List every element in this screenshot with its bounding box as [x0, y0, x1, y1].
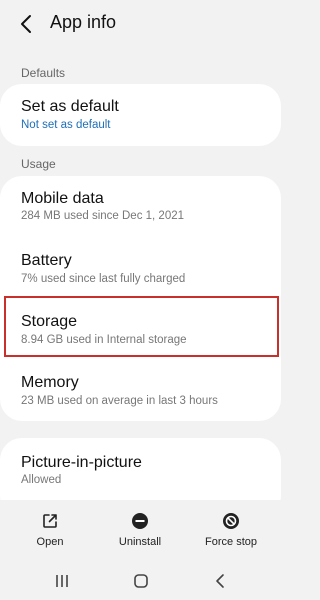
battery-sub: 7% used since last fully charged [21, 273, 186, 285]
pip-sub: Allowed [21, 474, 62, 486]
storage-sub: 8.94 GB used in Internal storage [21, 334, 187, 346]
set-as-default-row[interactable]: Set as default Not set as default [0, 84, 281, 146]
uninstall-label: Uninstall [118, 536, 162, 548]
header: App info [0, 0, 281, 46]
app-info-screen: App info Defaults Set as default Not set… [0, 0, 281, 600]
storage-row[interactable]: Storage 8.94 GB used in Internal storage [0, 299, 281, 359]
recents-button[interactable] [52, 571, 72, 591]
defaults-card: Set as default Not set as default [0, 84, 281, 146]
open-button[interactable]: Open [5, 512, 95, 548]
storage-title: Storage [21, 313, 78, 330]
home-icon [134, 574, 148, 588]
usage-card: Mobile data 284 MB used since Dec 1, 202… [0, 176, 281, 421]
memory-row[interactable]: Memory 23 MB used on average in last 3 h… [0, 360, 281, 420]
open-external-icon [43, 514, 57, 528]
section-label-defaults: Defaults [21, 66, 66, 80]
chevron-left-icon [21, 15, 31, 33]
mobile-data-row[interactable]: Mobile data 284 MB used since Dec 1, 202… [0, 176, 281, 236]
mobile-data-sub: 284 MB used since Dec 1, 2021 [21, 210, 185, 222]
pip-title: Picture-in-picture [21, 454, 142, 471]
uninstall-button[interactable]: Uninstall [95, 512, 185, 548]
force-stop-label: Force stop [205, 536, 257, 548]
open-label: Open [36, 536, 64, 548]
back-button[interactable] [14, 11, 40, 37]
section-label-usage: Usage [21, 157, 56, 171]
recents-icon [56, 575, 68, 587]
block-circle-icon [223, 513, 239, 529]
system-nav-bar [0, 562, 281, 600]
action-bar: Open Uninstall Force stop [0, 500, 281, 560]
minus-circle-icon [132, 513, 148, 529]
set-as-default-status: Not set as default [21, 119, 111, 131]
mobile-data-title: Mobile data [21, 190, 104, 207]
battery-title: Battery [21, 252, 72, 269]
page-title: App info [50, 12, 117, 32]
pip-row[interactable]: Picture-in-picture Allowed [0, 438, 281, 500]
battery-row[interactable]: Battery 7% used since last fully charged [0, 238, 281, 298]
force-stop-button[interactable]: Force stop [186, 512, 276, 548]
nav-back-button[interactable] [210, 571, 230, 591]
nav-back-icon [216, 574, 224, 588]
memory-title: Memory [21, 374, 79, 391]
set-as-default-title: Set as default [21, 98, 119, 115]
home-button[interactable] [131, 571, 151, 591]
memory-sub: 23 MB used on average in last 3 hours [21, 395, 218, 407]
